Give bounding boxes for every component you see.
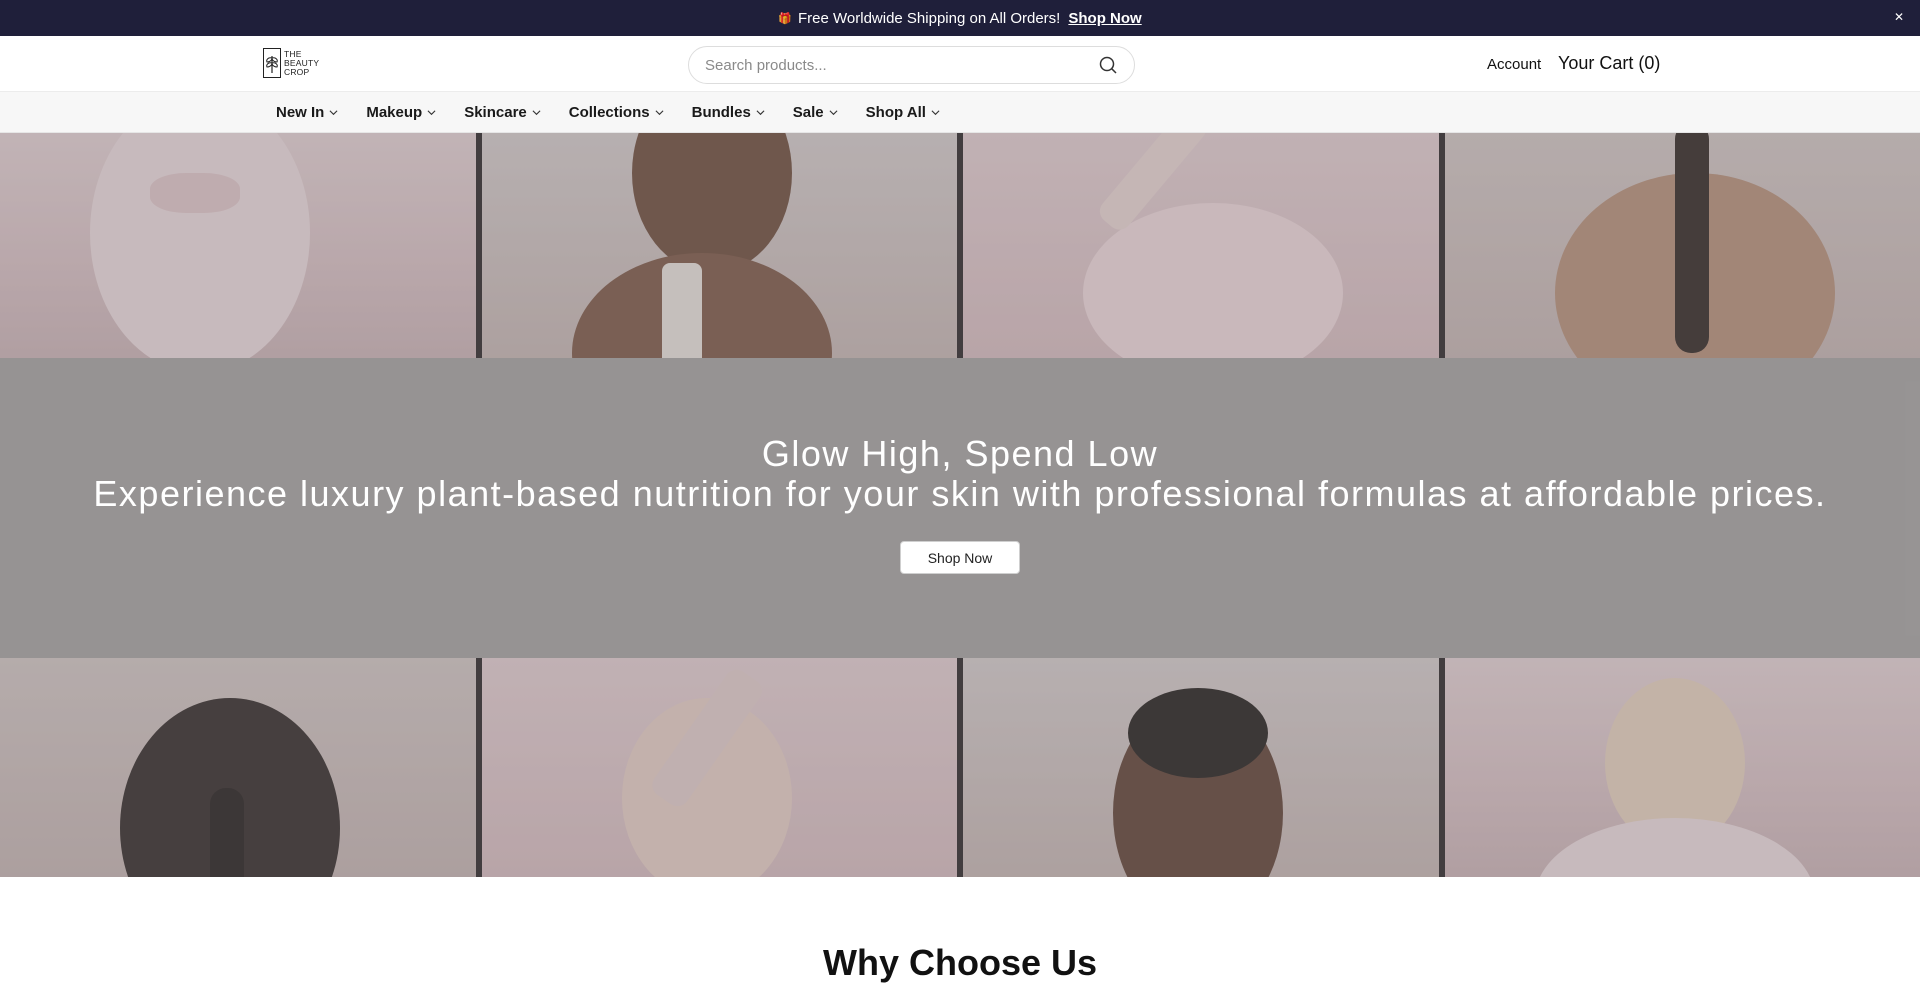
announcement-text: Free Worldwide Shipping on All Orders! bbox=[798, 9, 1061, 27]
announcement-bar: 🎁 Free Worldwide Shipping on All Orders!… bbox=[0, 0, 1920, 36]
nav-item-label: Sale bbox=[792, 104, 824, 121]
hero-subtitle: Experience luxury plant-based nutrition … bbox=[93, 473, 1827, 514]
main-nav: New In Makeup Skincare Collections Bundl… bbox=[0, 92, 1920, 133]
site-header: THE BEAUTY CROP Account Your Cart (0) bbox=[0, 36, 1920, 92]
nav-item-label: Bundles bbox=[691, 104, 751, 121]
gift-icon: 🎁 bbox=[778, 12, 792, 25]
hero-banner: Glow High, Spend Low Experience luxury p… bbox=[0, 133, 1920, 877]
hero-title: Glow High, Spend Low bbox=[761, 433, 1159, 474]
why-choose-us-heading: Why Choose Us bbox=[822, 942, 1098, 983]
logo-text: THE BEAUTY CROP bbox=[284, 48, 320, 77]
nav-item-skincare[interactable]: Skincare bbox=[464, 104, 541, 121]
nav-item-collections[interactable]: Collections bbox=[569, 104, 664, 121]
search-bar bbox=[688, 46, 1135, 84]
logo[interactable]: THE BEAUTY CROP bbox=[263, 46, 335, 80]
chevron-down-icon bbox=[532, 110, 541, 116]
chevron-down-icon bbox=[931, 110, 940, 116]
nav-item-label: New In bbox=[276, 104, 325, 121]
nav-item-new-in[interactable]: New In bbox=[276, 104, 338, 121]
nav-item-label: Collections bbox=[568, 104, 650, 121]
hero-shop-now-button[interactable]: Shop Now bbox=[900, 541, 1020, 574]
search-input[interactable] bbox=[705, 56, 1098, 74]
close-icon[interactable]: ✕ bbox=[1894, 10, 1904, 24]
chevron-down-icon bbox=[756, 110, 765, 116]
nav-item-shop-all[interactable]: Shop All bbox=[866, 104, 940, 121]
nav-item-label: Skincare bbox=[464, 104, 527, 121]
chevron-down-icon bbox=[829, 110, 838, 116]
chevron-down-icon bbox=[655, 110, 664, 116]
nav-item-sale[interactable]: Sale bbox=[793, 104, 838, 121]
chevron-down-icon bbox=[427, 110, 436, 116]
cart-link[interactable]: Your Cart (0) bbox=[1558, 53, 1660, 74]
nav-item-makeup[interactable]: Makeup bbox=[366, 104, 436, 121]
leaf-logo-icon bbox=[263, 48, 281, 78]
chevron-down-icon bbox=[329, 110, 338, 116]
announcement-shop-now-link[interactable]: Shop Now bbox=[1068, 10, 1141, 27]
nav-item-label: Shop All bbox=[865, 104, 926, 121]
nav-item-bundles[interactable]: Bundles bbox=[692, 104, 765, 121]
search-icon[interactable] bbox=[1098, 55, 1118, 75]
account-link[interactable]: Account bbox=[1487, 56, 1541, 73]
nav-item-label: Makeup bbox=[366, 104, 423, 121]
